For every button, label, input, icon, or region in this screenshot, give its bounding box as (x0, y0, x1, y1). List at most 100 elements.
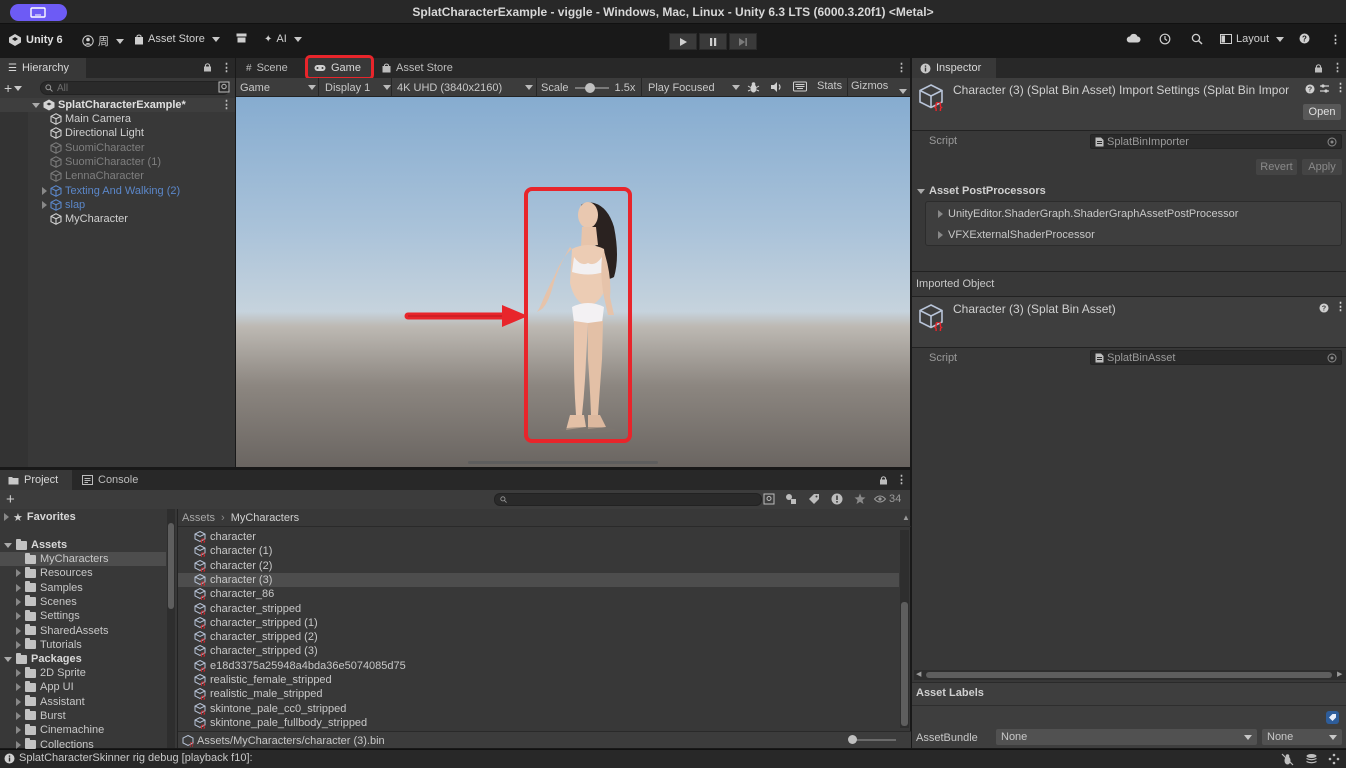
assetbundle-dropdown[interactable]: None (996, 729, 1257, 745)
object-picker-icon[interactable] (1327, 353, 1337, 363)
help-icon[interactable]: ? (1319, 303, 1329, 313)
hierarchy-search-input[interactable]: All (40, 81, 230, 95)
tab-scene[interactable]: # Scene (238, 58, 296, 78)
hierarchy-menu-icon[interactable]: ⋮ (221, 61, 232, 74)
inspector-hscrollbar-thumb[interactable] (926, 672, 1332, 678)
revert-button[interactable]: Revert (1256, 159, 1297, 175)
tree-folder-item[interactable]: Tutorials (16, 638, 82, 652)
asset-file-item[interactable]: {} character_stripped (1) (194, 616, 318, 630)
tree-folder-item[interactable]: App UI (16, 680, 74, 694)
scroll-up-icon[interactable]: ▲ (902, 513, 910, 522)
tab-hierarchy[interactable]: ☰ Hierarchy (0, 58, 86, 78)
cloud-button[interactable] (1126, 33, 1141, 43)
postprocessor-item-1[interactable]: VFXExternalShaderProcessor (938, 229, 1095, 241)
asset-file-item[interactable]: {} character_stripped (194, 602, 301, 616)
postprocessors-foldout[interactable]: Asset PostProcessors (917, 185, 1046, 197)
scroll-left-icon[interactable]: ◀ (916, 670, 921, 678)
lock-icon[interactable] (203, 62, 212, 72)
play-button[interactable] (669, 33, 697, 50)
keyboard-icon[interactable] (793, 81, 807, 92)
asset-file-item[interactable]: {} character (2) (194, 559, 272, 573)
asset-file-item[interactable]: {} character_stripped (2) (194, 630, 318, 644)
status-message[interactable]: SplatCharacterSkinner rig debug [playbac… (4, 752, 253, 764)
assetbundle-variant-dropdown[interactable]: None (1262, 729, 1342, 745)
tree-root-item[interactable]: Packages (4, 652, 82, 666)
gizmos-button[interactable]: Gizmos (851, 80, 888, 95)
help-button[interactable]: ? (1299, 33, 1310, 44)
hierarchy-item[interactable]: LennaCharacter (42, 169, 144, 183)
tree-root-item[interactable]: Assets (4, 538, 67, 552)
tree-folder-item[interactable]: Cinemachine (16, 723, 104, 737)
lock-icon[interactable] (879, 475, 888, 485)
pause-button[interactable] (699, 33, 727, 50)
tree-folder-item[interactable]: 2D Sprite (16, 666, 86, 680)
scale-slider-thumb[interactable] (584, 82, 595, 93)
tree-folder-item[interactable]: Assistant (16, 695, 85, 709)
display-dropdown[interactable]: Display 1 (325, 80, 391, 95)
scene-root-row[interactable]: SplatCharacterExample* (32, 98, 186, 112)
step-button[interactable] (729, 33, 757, 50)
asset-file-item[interactable]: {} skintone_pale_cc0_stripped (194, 702, 346, 716)
gizmos-dropdown[interactable] (896, 85, 907, 97)
create-button[interactable]: + (4, 80, 23, 96)
tab-inspector[interactable]: Inspector (912, 58, 996, 78)
search-by-type-icon[interactable] (218, 81, 230, 93)
debug-mode-icon[interactable] (1281, 753, 1294, 766)
tab-asset-store[interactable]: Asset Store (374, 58, 461, 78)
object-picker-icon[interactable] (1327, 137, 1337, 147)
asset-file-item[interactable]: {} e18d3375a25948a4bda36e5074085d75 (194, 659, 406, 673)
hierarchy-item[interactable]: SuomiCharacter (42, 141, 144, 155)
component-menu-icon[interactable]: ⋮ (1335, 81, 1346, 94)
more-menu-icon[interactable]: ⋮ (1330, 33, 1341, 46)
asset-file-item[interactable]: {} character_stripped (3) (194, 644, 318, 658)
scale-slider[interactable]: Scale 1.5x (541, 80, 635, 95)
asset-file-item[interactable]: {} realistic_male_stripped (194, 687, 323, 701)
hierarchy-item[interactable]: Texting And Walking (2) (42, 184, 180, 198)
asset-store-dropdown[interactable]: Asset Store (134, 33, 220, 45)
asset-file-item[interactable]: {} character (194, 530, 256, 544)
unity-account-button[interactable]: Unity 6 (8, 33, 63, 47)
filter-label-icon[interactable] (808, 493, 820, 505)
files-scrollbar-thumb[interactable] (901, 602, 908, 726)
component-menu-icon[interactable]: ⋮ (1335, 300, 1346, 313)
asset-file-item[interactable]: {} character (1) (194, 544, 272, 558)
hierarchy-item[interactable]: Main Camera (42, 112, 131, 126)
tab-console[interactable]: Console (74, 470, 146, 490)
add-asset-button[interactable]: + (6, 491, 15, 508)
imported-script-field[interactable]: SplatBinAsset (1090, 350, 1342, 365)
hierarchy-item[interactable]: Directional Light (42, 126, 144, 140)
hidden-packages-toggle[interactable]: 34 (874, 493, 901, 505)
breadcrumb-mycharacters[interactable]: MyCharacters (231, 512, 299, 524)
filter-type-icon[interactable] (785, 493, 797, 505)
tree-folder-item[interactable]: SharedAssets (16, 624, 108, 638)
game-scrollbar[interactable] (468, 461, 658, 464)
game-viewport[interactable] (236, 97, 910, 467)
preset-icon[interactable] (1319, 83, 1330, 94)
progress-spinner-icon[interactable] (1328, 753, 1340, 765)
icon-size-slider-thumb[interactable] (848, 735, 857, 744)
tree-folder-item[interactable]: Resources (16, 566, 93, 580)
inspector-menu-icon[interactable]: ⋮ (1332, 61, 1343, 74)
tree-folder-item[interactable]: Settings (16, 609, 80, 623)
version-control-button[interactable] (236, 33, 247, 43)
favorite-star-icon[interactable] (854, 493, 866, 505)
hierarchy-item[interactable]: MyCharacter (42, 212, 128, 226)
hierarchy-item[interactable]: SuomiCharacter (1) (42, 155, 161, 169)
game-view-dropdown[interactable]: Game (240, 80, 316, 95)
tree-scrollbar-thumb[interactable] (168, 523, 174, 609)
tree-folder-item[interactable]: Samples (16, 581, 83, 595)
history-button[interactable] (1159, 33, 1171, 45)
postprocessor-item-0[interactable]: UnityEditor.ShaderGraph.ShaderGraphAsset… (938, 208, 1238, 220)
lock-icon[interactable] (1314, 63, 1323, 73)
tree-folder-item[interactable]: Burst (16, 709, 66, 723)
label-tag-icon[interactable] (1326, 711, 1339, 724)
search-button[interactable] (1191, 33, 1203, 45)
asset-file-item[interactable]: {} character (3) (194, 573, 272, 587)
open-button[interactable]: Open (1303, 104, 1341, 120)
resolution-dropdown[interactable]: 4K UHD (3840x2160) (397, 80, 533, 95)
warning-filter-icon[interactable] (831, 493, 843, 505)
tree-folder-item[interactable]: MyCharacters (16, 552, 108, 566)
tab-project[interactable]: Project (0, 470, 72, 490)
game-tab-menu-icon[interactable]: ⋮ (896, 61, 907, 74)
asset-file-item[interactable]: {} realistic_female_stripped (194, 673, 332, 687)
